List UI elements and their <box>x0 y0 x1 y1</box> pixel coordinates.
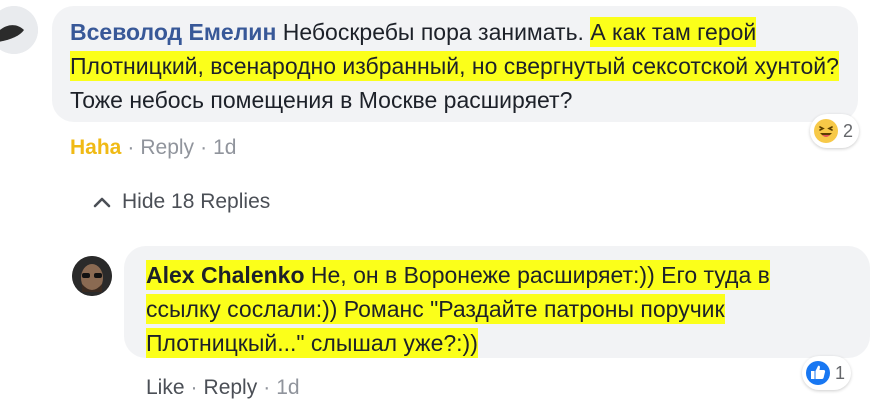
comment-author[interactable]: Всеволод Емелин <box>70 19 276 45</box>
comment-text: Небоскребы пора занимать. <box>282 19 584 45</box>
reply-link[interactable]: Reply <box>140 136 194 159</box>
commenter-avatar[interactable] <box>0 6 38 54</box>
hide-replies-label: Hide 18 Replies <box>122 190 271 213</box>
reaction-count: 1 <box>835 362 846 383</box>
reply-author[interactable]: Alex Chalenko <box>146 262 305 288</box>
like-link[interactable]: Like <box>146 376 185 399</box>
comment-actions: Haha · Reply · 1d <box>70 136 236 160</box>
comment-body: Всеволод Емелин Небоскребы пора занимать… <box>70 15 860 117</box>
separator-dot: · <box>127 136 135 159</box>
haha-reaction-link[interactable]: Haha <box>70 136 121 159</box>
comment-text-end: Тоже небось помещения в Москве расширяет… <box>70 87 573 113</box>
separator-dot: · <box>200 136 208 159</box>
timestamp[interactable]: 1d <box>213 136 236 159</box>
reply-author-avatar[interactable] <box>72 256 112 296</box>
comment-reaction-count[interactable]: 2 <box>810 114 860 148</box>
reply-link[interactable]: Reply <box>204 376 258 399</box>
reply-reaction-count[interactable]: 1 <box>802 356 852 390</box>
separator-dot: · <box>263 376 271 399</box>
chevron-up-icon <box>93 197 111 208</box>
timestamp[interactable]: 1d <box>276 376 299 399</box>
reply-body: Alex Chalenko Не, он в Воронеже расширяе… <box>146 258 846 360</box>
like-thumb-icon <box>806 361 830 385</box>
haha-emoji-icon <box>814 119 838 143</box>
separator-dot: · <box>190 376 198 399</box>
reaction-count: 2 <box>843 120 854 141</box>
hide-replies-toggle[interactable]: Hide 18 Replies <box>92 190 270 214</box>
reply-actions: Like · Reply · 1d <box>146 376 300 400</box>
